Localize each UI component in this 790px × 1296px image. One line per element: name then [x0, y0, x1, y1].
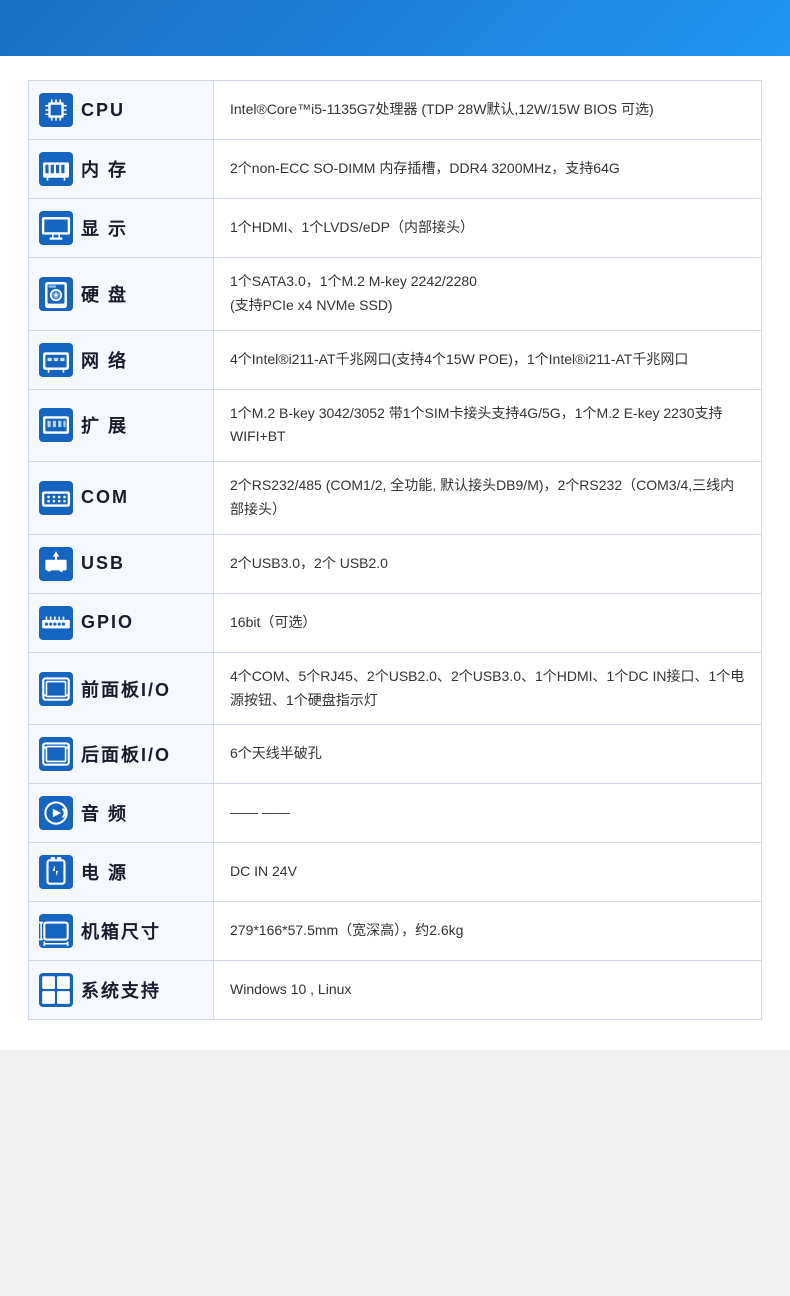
- front-io-icon: [39, 672, 73, 706]
- usb-icon: [39, 547, 73, 581]
- cpu-icon: [39, 93, 73, 127]
- spec-label-memory: 内 存: [29, 140, 214, 198]
- spec-name-network: 网 络: [81, 347, 128, 373]
- spec-name-expansion: 扩 展: [81, 412, 128, 438]
- spec-label-os: 系统支持: [29, 961, 214, 1019]
- com-icon: [39, 481, 73, 515]
- content-area: CPU Intel®Core™i5-1135G7处理器 (TDP 28W默认,12…: [0, 56, 790, 1050]
- spec-value-expansion: 1个M.2 B-key 3042/3052 带1个SIM卡接头支持4G/5G，1…: [214, 390, 761, 462]
- spec-label-display: 显 示: [29, 199, 214, 257]
- memory-icon: [39, 152, 73, 186]
- expansion-icon: [39, 408, 73, 442]
- storage-icon: [39, 277, 73, 311]
- spec-value-dimensions: 279*166*57.5mm（宽深高），约2.6kg: [214, 902, 761, 960]
- spec-value-network: 4个Intel®i211-AT千兆网口(支持4个15W POE)，1个Intel…: [214, 331, 761, 389]
- spec-name-cpu: CPU: [81, 100, 125, 121]
- spec-label-com: COM: [29, 462, 214, 534]
- spec-name-memory: 内 存: [81, 156, 128, 182]
- spec-row-gpio: GPIO 16bit（可选）: [29, 594, 761, 653]
- spec-name-rear-io: 后面板I/O: [81, 741, 171, 767]
- dimensions-icon: [39, 914, 73, 948]
- spec-label-audio: 音 频: [29, 784, 214, 842]
- spec-row-front-io: 前面板I/O 4个COM、5个RJ45、2个USB2.0、2个USB3.0、1个H…: [29, 653, 761, 726]
- spec-row-os: 系统支持 Windows 10 , Linux: [29, 961, 761, 1019]
- spec-value-rear-io: 6个天线半破孔: [214, 725, 761, 783]
- spec-value-gpio: 16bit（可选）: [214, 594, 761, 652]
- rear-io-icon: [39, 737, 73, 771]
- spec-value-com: 2个RS232/485 (COM1/2, 全功能, 默认接头DB9/M)，2个R…: [214, 462, 761, 534]
- spec-name-usb: USB: [81, 553, 125, 574]
- spec-row-power: 电 源 DC IN 24V: [29, 843, 761, 902]
- os-icon: [39, 973, 73, 1007]
- spec-value-storage: 1个SATA3.0，1个M.2 M-key 2242/2280 (支持PCIe …: [214, 258, 761, 330]
- spec-value-audio: —— ——: [214, 784, 761, 842]
- spec-row-expansion: 扩 展 1个M.2 B-key 3042/3052 带1个SIM卡接头支持4G/5…: [29, 390, 761, 463]
- spec-value-front-io: 4个COM、5个RJ45、2个USB2.0、2个USB3.0、1个HDMI、1个…: [214, 653, 761, 725]
- page-wrapper: CPU Intel®Core™i5-1135G7处理器 (TDP 28W默认,12…: [0, 0, 790, 1050]
- spec-name-power: 电 源: [81, 859, 128, 885]
- spec-label-storage: 硬 盘: [29, 258, 214, 330]
- spec-label-power: 电 源: [29, 843, 214, 901]
- spec-name-dimensions: 机箱尺寸: [81, 918, 161, 944]
- spec-row-storage: 硬 盘 1个SATA3.0，1个M.2 M-key 2242/2280 (支持PC…: [29, 258, 761, 331]
- spec-row-audio: 音 频 —— ——: [29, 784, 761, 843]
- spec-name-os: 系统支持: [81, 977, 161, 1003]
- spec-name-front-io: 前面板I/O: [81, 676, 171, 702]
- network-icon: [39, 343, 73, 377]
- spec-label-dimensions: 机箱尺寸: [29, 902, 214, 960]
- spec-value-display: 1个HDMI、1个LVDS/eDP（内部接头）: [214, 199, 761, 257]
- spec-label-gpio: GPIO: [29, 594, 214, 652]
- spec-row-rear-io: 后面板I/O 6个天线半破孔: [29, 725, 761, 784]
- spec-row-network: 网 络 4个Intel®i211-AT千兆网口(支持4个15W POE)，1个In…: [29, 331, 761, 390]
- spec-row-cpu: CPU Intel®Core™i5-1135G7处理器 (TDP 28W默认,12…: [29, 81, 761, 140]
- spec-label-expansion: 扩 展: [29, 390, 214, 462]
- spec-name-com: COM: [81, 487, 129, 508]
- spec-label-usb: USB: [29, 535, 214, 593]
- display-icon: [39, 211, 73, 245]
- spec-row-memory: 内 存 2个non-ECC SO-DIMM 内存插槽，DDR4 3200MHz，支…: [29, 140, 761, 199]
- spec-name-audio: 音 频: [81, 800, 128, 826]
- spec-value-usb: 2个USB3.0，2个 USB2.0: [214, 535, 761, 593]
- spec-name-storage: 硬 盘: [81, 281, 128, 307]
- spec-value-power: DC IN 24V: [214, 843, 761, 901]
- power-icon: [39, 855, 73, 889]
- spec-label-cpu: CPU: [29, 81, 214, 139]
- spec-value-os: Windows 10 , Linux: [214, 961, 761, 1019]
- spec-table: CPU Intel®Core™i5-1135G7处理器 (TDP 28W默认,12…: [28, 80, 762, 1020]
- header-section: [0, 0, 790, 56]
- spec-value-cpu: Intel®Core™i5-1135G7处理器 (TDP 28W默认,12W/1…: [214, 81, 761, 139]
- spec-row-display: 显 示 1个HDMI、1个LVDS/eDP（内部接头）: [29, 199, 761, 258]
- spec-row-usb: USB 2个USB3.0，2个 USB2.0: [29, 535, 761, 594]
- spec-label-front-io: 前面板I/O: [29, 653, 214, 725]
- spec-row-com: COM 2个RS232/485 (COM1/2, 全功能, 默认接头DB9/M)，…: [29, 462, 761, 535]
- spec-row-dimensions: 机箱尺寸 279*166*57.5mm（宽深高），约2.6kg: [29, 902, 761, 961]
- audio-icon: [39, 796, 73, 830]
- spec-label-rear-io: 后面板I/O: [29, 725, 214, 783]
- gpio-icon: [39, 606, 73, 640]
- spec-name-gpio: GPIO: [81, 612, 134, 633]
- spec-label-network: 网 络: [29, 331, 214, 389]
- spec-name-display: 显 示: [81, 215, 128, 241]
- spec-value-memory: 2个non-ECC SO-DIMM 内存插槽，DDR4 3200MHz，支持64…: [214, 140, 761, 198]
